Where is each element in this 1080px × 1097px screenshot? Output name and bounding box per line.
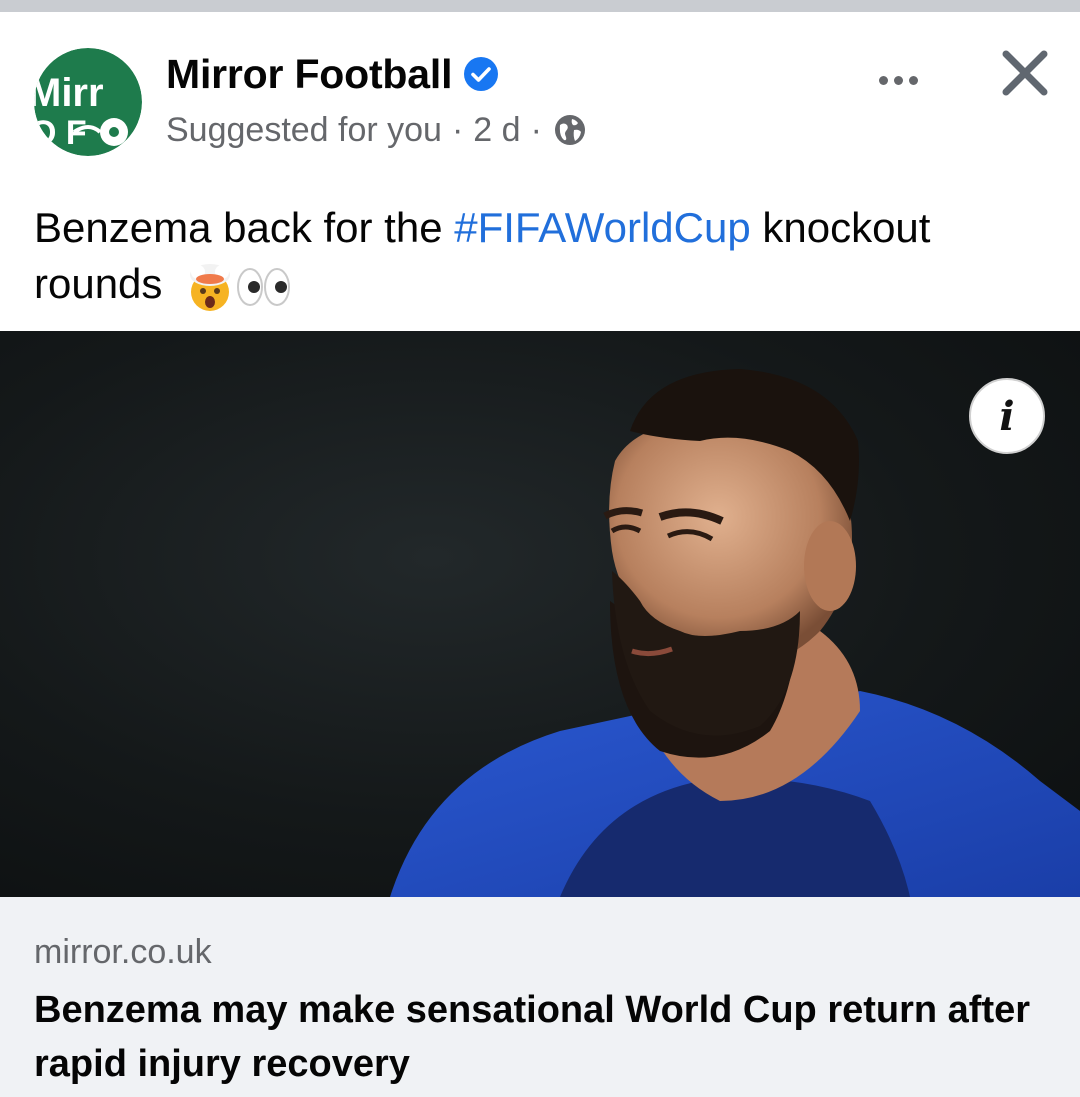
meta-separator: ·	[530, 110, 542, 149]
globe-icon	[554, 114, 586, 146]
caption-text: Benzema back for the	[34, 204, 443, 251]
info-icon[interactable]: i	[969, 378, 1045, 454]
link-preview[interactable]: mirror.co.uk Benzema may make sensationa…	[0, 897, 1080, 1097]
suggested-label: Suggested for you	[166, 110, 442, 149]
hashtag-link[interactable]: #FIFAWorldCup	[454, 204, 750, 251]
eyes-emoji	[237, 267, 291, 306]
feed-separator	[0, 0, 1080, 12]
post-caption: Benzema back for the #FIFAWorldCup knock…	[34, 200, 1044, 312]
svg-text:O F: O F	[34, 114, 87, 152]
feed-post: Mirr O F Mirror Football Suggested for y…	[0, 12, 1080, 1097]
link-title: Benzema may make sensational World Cup r…	[34, 989, 1031, 1085]
exploding-head-emoji	[190, 263, 231, 311]
verified-badge-icon	[464, 57, 499, 91]
post-timestamp[interactable]: 2 d	[473, 111, 520, 150]
caption-emojis	[184, 262, 292, 312]
page-name[interactable]: Mirror Football	[166, 51, 452, 98]
svg-text:Mirr: Mirr	[34, 71, 104, 115]
mirror-football-logo: Mirr O F	[34, 48, 142, 156]
meta-separator: ·	[451, 110, 464, 149]
more-options-icon[interactable]	[866, 56, 930, 104]
player-photo	[390, 369, 1080, 897]
close-icon[interactable]	[996, 44, 1054, 102]
post-image[interactable]: i	[0, 331, 1080, 897]
post-meta: Suggested for you · 2 d ·	[166, 110, 586, 150]
page-avatar[interactable]: Mirr O F	[34, 48, 142, 156]
page-header: Mirror Football	[166, 50, 499, 98]
link-domain: mirror.co.uk	[34, 933, 212, 971]
